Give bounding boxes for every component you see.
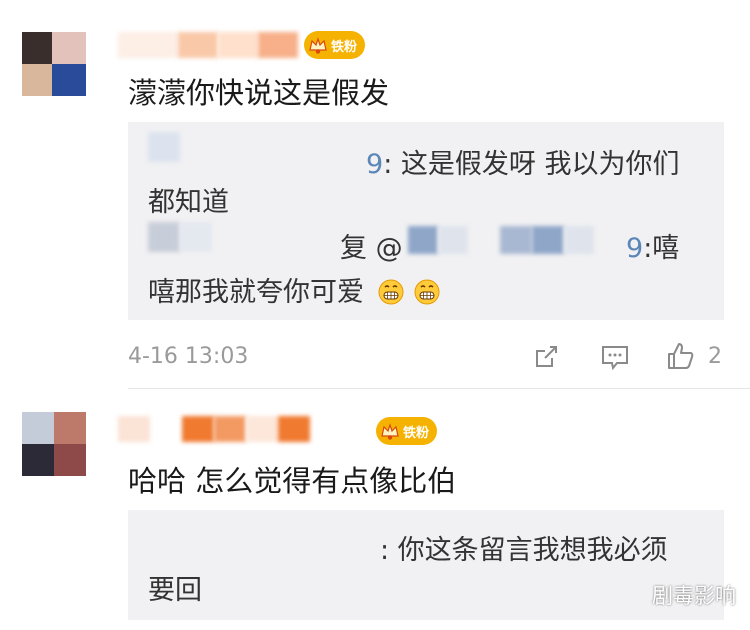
badge-label: 铁粉	[331, 39, 358, 55]
avatar[interactable]	[22, 32, 86, 96]
reply-line: 复 @	[340, 226, 403, 265]
comment-text: 哈哈 怎么觉得有点像比伯	[128, 464, 457, 498]
reply-box[interactable]: : 你这条留言我想我必须 要回	[128, 510, 724, 620]
watermark: 剧毒影响	[652, 584, 736, 608]
reply-text: 嘻那我就夸你可爱	[148, 277, 364, 308]
reply-text: :嘻	[643, 233, 680, 264]
fan-badge[interactable]: 铁粉	[376, 417, 438, 445]
thumbs-up-icon[interactable]	[666, 341, 696, 371]
badge-label: 铁粉	[403, 425, 430, 441]
reply-text: : 这是假发呀 我以为你们	[383, 149, 680, 180]
reply-line: : 你这条留言我想我必须	[380, 535, 668, 566]
reply-line: 嘻那我就夸你可爱	[148, 270, 441, 309]
comment-text: 濛濛你快说这是假发	[128, 76, 390, 110]
divider	[128, 388, 750, 389]
like-count: 2	[708, 344, 722, 369]
comment-icon[interactable]	[600, 343, 630, 371]
mention-link[interactable]: 9	[626, 233, 643, 264]
reply-line: 都知道	[148, 187, 229, 218]
reply-line: 要回	[148, 575, 202, 606]
share-icon[interactable]	[532, 343, 560, 371]
reply-box[interactable]: 9: 这是假发呀 我以为你们 都知道 复 @ 9:嘻 嘻那我就夸你可爱	[128, 122, 724, 320]
timestamp: 4-16 13:03	[128, 344, 249, 369]
crown-icon	[381, 423, 399, 440]
grin-emoji	[378, 279, 404, 305]
reply-prefix: 复 @	[340, 233, 403, 264]
crown-icon	[309, 37, 327, 54]
avatar[interactable]	[22, 412, 86, 476]
reply-line: 9: 这是假发呀 我以为你们	[366, 142, 679, 181]
grin-emoji	[414, 279, 440, 305]
fan-badge[interactable]: 铁粉	[304, 31, 366, 59]
reply-line: 9:嘻	[626, 226, 679, 265]
mention-link[interactable]: 9	[366, 149, 383, 180]
